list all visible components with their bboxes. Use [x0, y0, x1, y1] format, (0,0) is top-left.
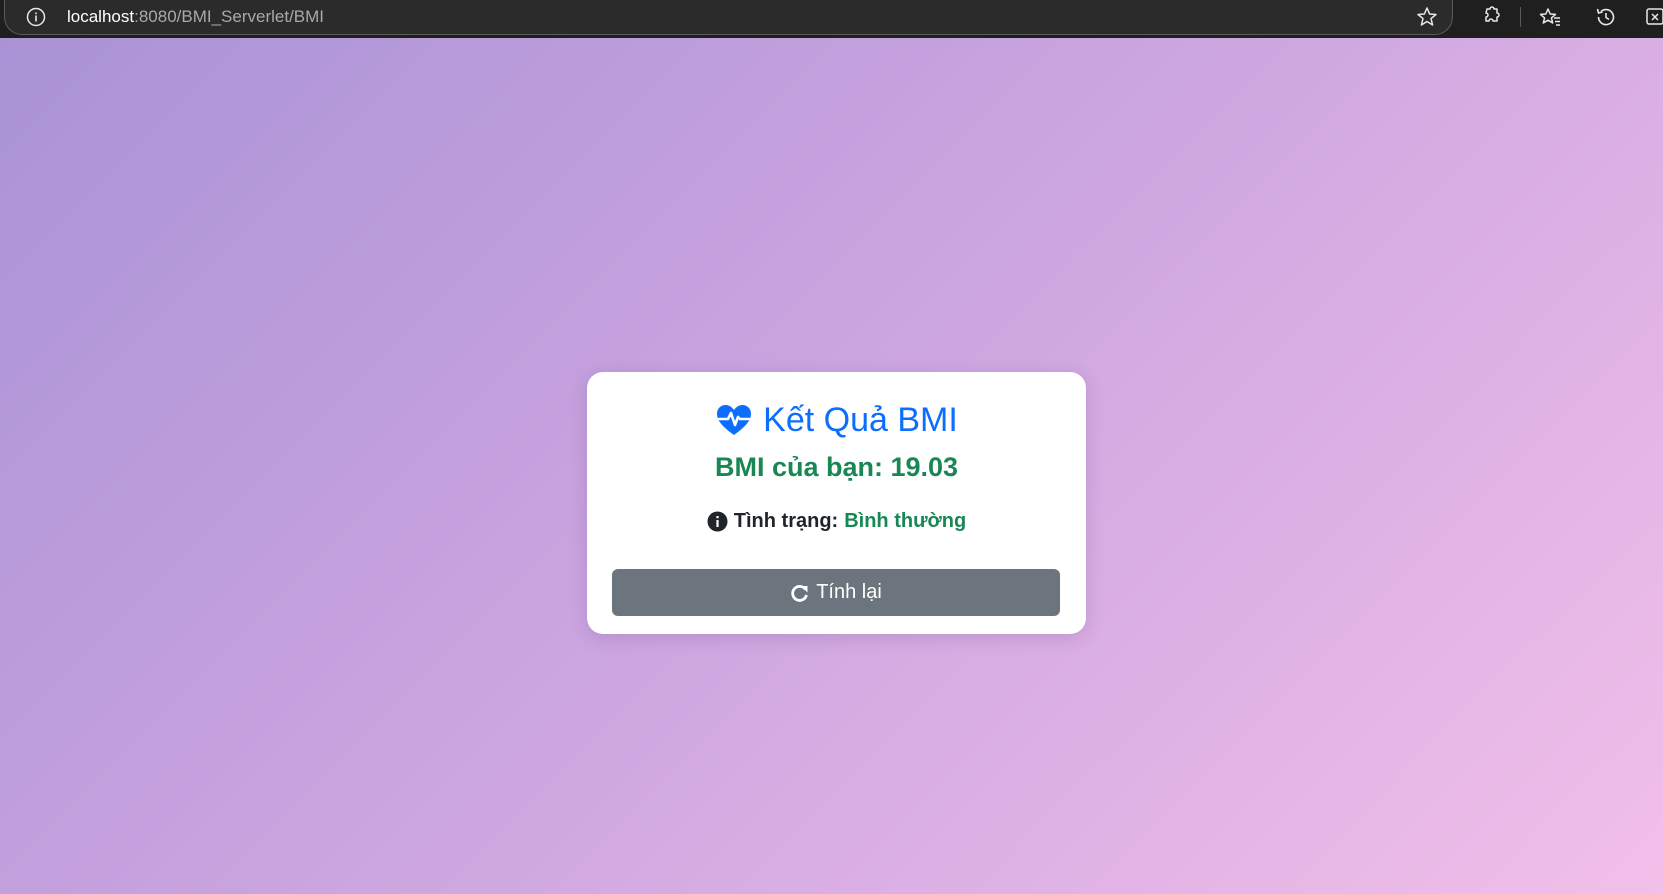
url-host: localhost	[67, 7, 135, 26]
browser-toolbar: localhost:8080/BMI_Serverlet/BMI	[0, 0, 1663, 38]
heart-pulse-icon	[715, 403, 753, 437]
redo-icon	[790, 583, 810, 603]
url-path: :8080/BMI_Serverlet/BMI	[134, 7, 325, 26]
star-icon[interactable]	[1415, 5, 1439, 29]
status-value: Bình thường	[844, 510, 967, 532]
toolbar-divider	[1520, 7, 1521, 27]
status-line: Tình trạng: Bình thường	[587, 510, 1086, 533]
recalculate-button-label: Tính lại	[816, 581, 882, 603]
circle-info-icon	[707, 511, 728, 532]
info-icon[interactable]	[25, 6, 47, 28]
split-screen-icon[interactable]	[1644, 5, 1663, 29]
result-card: Kết Quả BMI BMI của bạn: 19.03 Tình trạn…	[587, 372, 1086, 634]
bmi-value-text: BMI của bạn: 19.03	[714, 452, 959, 482]
recalculate-button[interactable]: Tính lại	[612, 569, 1060, 616]
card-title: Kết Quả BMI	[587, 398, 1086, 442]
page-background: Kết Quả BMI BMI của bạn: 19.03 Tình trạn…	[0, 38, 1663, 894]
status-label: Tình trạng:	[733, 510, 839, 532]
extensions-icon[interactable]	[1478, 5, 1502, 29]
url-text[interactable]: localhost:8080/BMI_Serverlet/BMI	[67, 7, 324, 27]
history-icon[interactable]	[1594, 5, 1618, 29]
card-title-text: Kết Quả BMI	[763, 400, 958, 439]
address-bar[interactable]: localhost:8080/BMI_Serverlet/BMI	[4, 0, 1453, 35]
favorites-icon[interactable]	[1538, 5, 1562, 29]
